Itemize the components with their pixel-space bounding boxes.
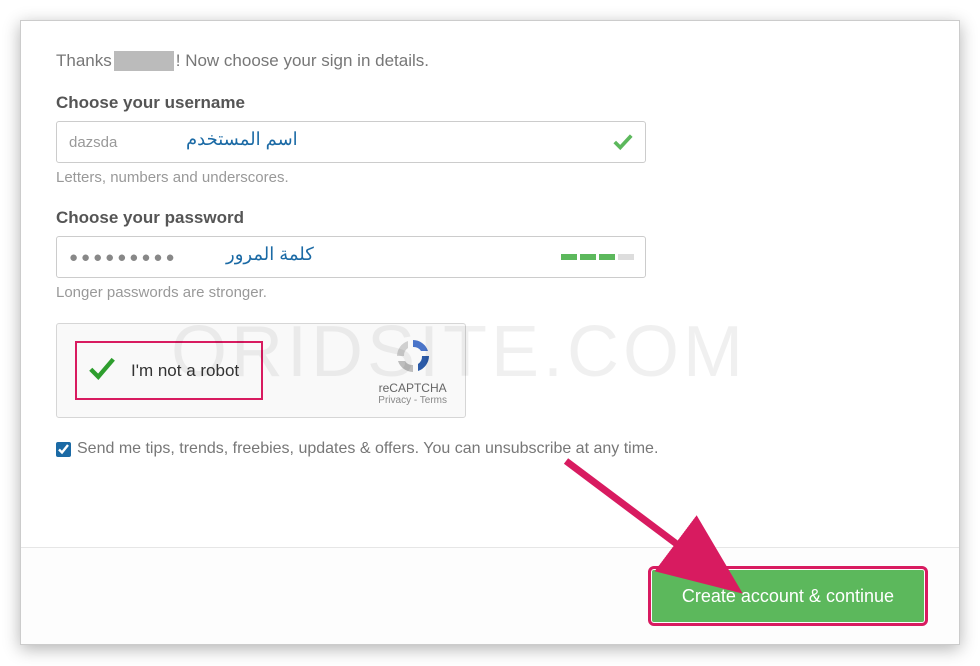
username-hint: Letters, numbers and underscores. bbox=[56, 169, 924, 186]
recaptcha-widget[interactable]: I'm not a robot reCAPTCHA Privacy - Term… bbox=[56, 323, 466, 418]
recaptcha-links[interactable]: Privacy - Terms bbox=[378, 395, 447, 406]
recaptcha-brand-text: reCAPTCHA bbox=[378, 381, 447, 395]
password-field-wrap: كلمة المرور bbox=[56, 236, 646, 278]
recaptcha-label: I'm not a robot bbox=[131, 361, 239, 381]
form-content: Thanks ! Now choose your sign in details… bbox=[56, 51, 924, 547]
password-strength-meter bbox=[561, 254, 634, 260]
greeting-suffix: ! Now choose your sign in details. bbox=[176, 51, 429, 71]
redacted-name bbox=[114, 51, 174, 71]
recaptcha-logo-icon bbox=[393, 367, 433, 379]
marketing-optin-row: Send me tips, trends, freebies, updates … bbox=[56, 440, 924, 458]
signup-form-panel: Thanks ! Now choose your sign in details… bbox=[20, 20, 960, 645]
form-footer: Create account & continue bbox=[21, 547, 959, 644]
password-label: Choose your password bbox=[56, 208, 924, 228]
password-hint: Longer passwords are stronger. bbox=[56, 284, 924, 301]
recaptcha-brand: reCAPTCHA Privacy - Terms bbox=[378, 336, 447, 406]
username-field-wrap: اسم المستخدم bbox=[56, 121, 646, 163]
password-input[interactable] bbox=[56, 236, 646, 278]
username-label: Choose your username bbox=[56, 93, 924, 113]
create-account-button[interactable]: Create account & continue bbox=[652, 570, 924, 622]
username-input[interactable] bbox=[56, 121, 646, 163]
recaptcha-checkbox-area[interactable]: I'm not a robot bbox=[75, 341, 263, 400]
checkmark-icon bbox=[612, 131, 634, 158]
marketing-optin-checkbox[interactable] bbox=[56, 442, 71, 457]
greeting-text: Thanks ! Now choose your sign in details… bbox=[56, 51, 924, 71]
marketing-optin-label: Send me tips, trends, freebies, updates … bbox=[77, 440, 658, 458]
checkmark-icon bbox=[87, 353, 117, 388]
greeting-prefix: Thanks bbox=[56, 51, 112, 71]
